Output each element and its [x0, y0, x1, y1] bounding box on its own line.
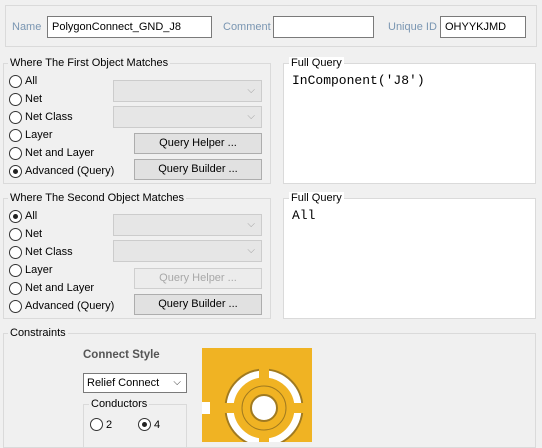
- chevron-down-icon: ⌵: [247, 85, 255, 96]
- preview-trace: [202, 402, 210, 414]
- unique-id-field[interactable]: OHYYKJMD: [440, 16, 526, 38]
- first-option-advanced-query[interactable]: Advanced (Query): [9, 163, 114, 179]
- radio-icon: [9, 263, 22, 277]
- first-option-layer[interactable]: Layer: [9, 127, 53, 143]
- radio-checked-icon: [9, 209, 22, 223]
- first-option-all[interactable]: All: [9, 73, 37, 89]
- relief-connect-preview: [202, 348, 312, 442]
- second-net-combo: ⌵: [113, 214, 262, 236]
- first-query-builder-button[interactable]: Query Builder ...: [134, 159, 262, 180]
- first-net-combo: ⌵: [113, 80, 262, 102]
- unique-id-label: Unique ID: [388, 21, 437, 33]
- first-query-helper-button[interactable]: Query Helper ...: [134, 133, 262, 154]
- radio-icon: [9, 74, 22, 88]
- chevron-down-icon: ⌵: [247, 111, 255, 122]
- radio-icon: [9, 146, 22, 160]
- first-net-class-combo: ⌵: [113, 106, 262, 128]
- name-label: Name: [12, 21, 42, 33]
- connect-style-value: Relief Connect: [87, 377, 160, 389]
- first-option-net[interactable]: Net: [9, 91, 42, 107]
- first-option-net-and-layer[interactable]: Net and Layer: [9, 145, 94, 161]
- second-query-helper-button: Query Helper ...: [134, 268, 262, 289]
- second-option-net[interactable]: Net: [9, 226, 42, 242]
- connect-style-select[interactable]: Relief Connect ⌵: [83, 373, 187, 393]
- second-full-query-panel: [283, 198, 536, 319]
- radio-checked-icon: [138, 418, 151, 431]
- comment-label: Comment: [223, 21, 271, 33]
- second-option-all[interactable]: All: [9, 208, 37, 224]
- chevron-down-icon: ⌵: [247, 245, 255, 256]
- first-option-net-class[interactable]: Net Class: [9, 109, 73, 125]
- second-query-builder-button[interactable]: Query Builder ...: [134, 294, 262, 315]
- conductors-title: Conductors: [89, 398, 150, 411]
- connect-style-label: Connect Style: [83, 349, 160, 361]
- second-full-query-text[interactable]: All: [292, 208, 315, 223]
- chevron-down-icon: ⌵: [247, 219, 255, 230]
- second-option-advanced-query[interactable]: Advanced (Query): [9, 298, 114, 314]
- comment-field[interactable]: [273, 16, 374, 38]
- radio-icon: [9, 299, 22, 313]
- conductor-option-2[interactable]: 2: [90, 418, 112, 431]
- radio-icon: [9, 281, 22, 295]
- radio-checked-icon: [9, 164, 22, 178]
- radio-icon: [9, 128, 22, 142]
- conductor-option-4[interactable]: 4: [138, 418, 160, 431]
- second-option-net-and-layer[interactable]: Net and Layer: [9, 280, 94, 296]
- second-option-net-class[interactable]: Net Class: [9, 244, 73, 260]
- first-full-query-text[interactable]: InComponent('J8'): [292, 73, 425, 88]
- second-net-class-combo: ⌵: [113, 240, 262, 262]
- name-field[interactable]: PolygonConnect_GND_J8: [47, 16, 212, 38]
- radio-icon: [9, 92, 22, 106]
- second-match-title: Where The Second Object Matches: [8, 192, 187, 205]
- preview-spoke-top: [259, 364, 269, 388]
- preview-hole: [250, 394, 278, 422]
- constraints-title: Constraints: [8, 327, 68, 340]
- first-match-title: Where The First Object Matches: [8, 57, 171, 70]
- preview-spoke-left: [220, 403, 244, 413]
- second-option-layer[interactable]: Layer: [9, 262, 53, 278]
- radio-icon: [9, 245, 22, 259]
- radio-icon: [90, 418, 103, 431]
- second-full-query-title: Full Query: [289, 192, 344, 205]
- preview-spoke-right: [284, 403, 308, 413]
- radio-icon: [9, 110, 22, 124]
- first-full-query-title: Full Query: [289, 57, 344, 70]
- chevron-down-icon: ⌵: [173, 377, 181, 388]
- radio-icon: [9, 227, 22, 241]
